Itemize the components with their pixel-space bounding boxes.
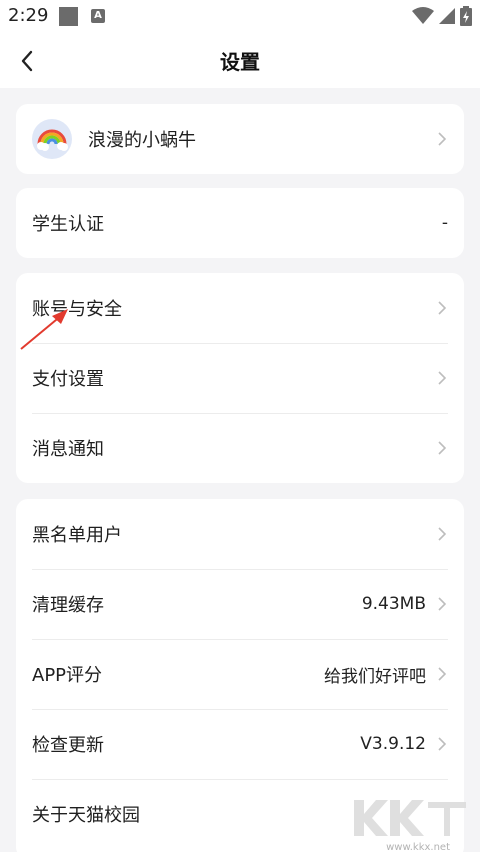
version-value: V3.9.12 [360, 734, 426, 754]
chevron-right-icon [436, 736, 448, 752]
watermark-logo-icon [354, 800, 466, 836]
annotation-arrow-icon [20, 309, 68, 350]
app-rating-value: 给我们好评吧 [324, 666, 426, 687]
chevron-right-icon [436, 131, 448, 147]
page-title: 设置 [220, 50, 260, 74]
app-rating-row[interactable]: APP评分 给我们好评吧 [16, 639, 464, 709]
signal-icon [439, 8, 455, 24]
chevron-right-icon [436, 526, 448, 542]
wifi-icon [412, 7, 434, 24]
status-time: 2:29 [8, 5, 49, 26]
student-verification-value: - [441, 213, 448, 233]
notification-a-icon: A [91, 9, 105, 23]
payment-settings-row[interactable]: 支付设置 [16, 343, 464, 413]
status-bar: 2:29 A [0, 0, 480, 34]
account-settings-card: 账号与安全 支付设置 消息通知 [16, 273, 464, 483]
check-update-label: 检查更新 [32, 735, 104, 756]
profile-card[interactable]: 浪漫的小蜗牛 [16, 104, 464, 174]
watermark-url: www.kkx.net [386, 842, 450, 852]
student-card[interactable]: 学生认证 - [16, 188, 464, 258]
profile-row[interactable]: 浪漫的小蜗牛 [16, 104, 464, 174]
notification-app-icon [59, 7, 78, 26]
chevron-right-icon [436, 666, 448, 682]
check-update-row[interactable]: 检查更新 V3.9.12 [16, 709, 464, 779]
payment-settings-label: 支付设置 [32, 369, 104, 390]
student-verification-label: 学生认证 [32, 214, 104, 235]
message-notification-label: 消息通知 [32, 439, 104, 460]
app-rating-label: APP评分 [32, 665, 103, 686]
blacklist-row[interactable]: 黑名单用户 [16, 499, 464, 569]
clear-cache-label: 清理缓存 [32, 595, 104, 616]
cache-size-value: 9.43MB [361, 594, 426, 614]
chevron-right-icon [436, 370, 448, 386]
account-security-row[interactable]: 账号与安全 [16, 273, 464, 343]
clear-cache-row[interactable]: 清理缓存 9.43MB [16, 569, 464, 639]
battery-icon [460, 6, 472, 26]
nav-bar: 设置 [0, 34, 480, 88]
chevron-right-icon [436, 596, 448, 612]
student-verification-row[interactable]: 学生认证 - [16, 188, 464, 258]
profile-username: 浪漫的小蜗牛 [88, 130, 196, 151]
status-icons [412, 6, 472, 26]
message-notification-row[interactable]: 消息通知 [16, 413, 464, 483]
chevron-right-icon [436, 300, 448, 316]
rainbow-avatar-icon [37, 129, 68, 151]
account-security-label: 账号与安全 [32, 299, 122, 320]
blacklist-label: 黑名单用户 [32, 525, 122, 546]
avatar [32, 119, 72, 159]
chevron-right-icon [436, 440, 448, 456]
